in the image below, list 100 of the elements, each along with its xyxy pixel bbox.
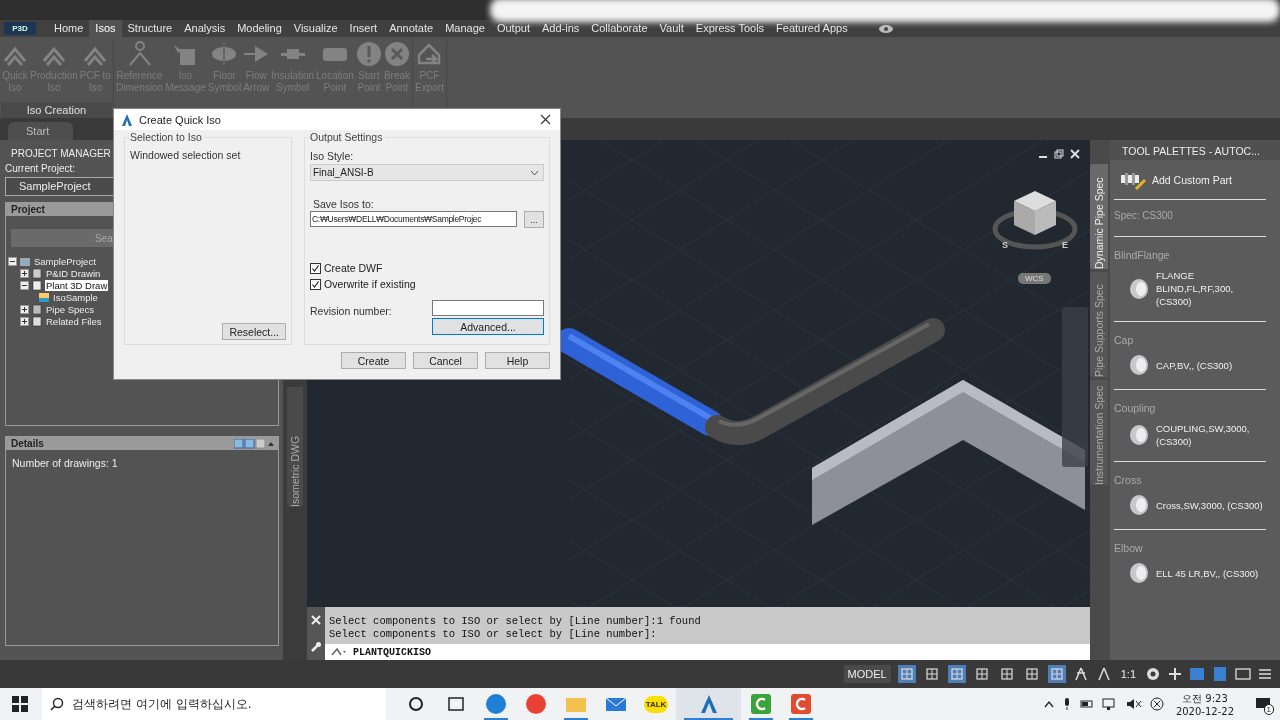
tree-item[interactable]: Related Files — [45, 315, 103, 327]
prompt-icon[interactable] — [331, 647, 347, 657]
palette-tool[interactable]: COUPLING,SW,3000, (CS300) — [1114, 414, 1270, 456]
palette-tool[interactable]: Cross,SW,3000, (CS300) — [1114, 486, 1270, 524]
speaker-muted-icon[interactable] — [1125, 698, 1142, 710]
expander-icon[interactable] — [20, 316, 29, 326]
checkbox-label[interactable]: Create DWF — [324, 262, 383, 274]
ribbon-tab[interactable]: Visualize — [287, 20, 344, 37]
path-field[interactable]: C:₩Users₩DELL₩Documents₩SampleProjec — [310, 211, 517, 227]
notification-count: 1 — [1263, 704, 1274, 715]
caret-icon[interactable] — [1043, 700, 1054, 708]
category-heading: Cap — [1114, 333, 1135, 346]
taskbar-app[interactable]: TALK — [636, 688, 676, 720]
checkbox-label[interactable]: Overwrite if existing — [324, 278, 416, 290]
ribbon-tab[interactable]: Collaborate — [585, 20, 654, 37]
dialog-title: Create Quick Iso — [139, 113, 221, 126]
ribbon-tab[interactable]: Annotate — [383, 20, 440, 37]
ribbon-tab[interactable]: Express Tools — [689, 20, 771, 37]
ribbon-tab[interactable]: Structure — [121, 20, 179, 37]
close-icon[interactable] — [540, 114, 551, 125]
command-history-line: Select components to ISO or select by [Line number]: — [329, 628, 658, 641]
fullscreen-icon[interactable] — [1235, 667, 1251, 681]
pipe-drawing[interactable] — [705, 318, 945, 445]
view-icons[interactable] — [234, 438, 274, 449]
settings-icon[interactable] — [1145, 666, 1161, 682]
notification-button[interactable]: 1 — [1246, 688, 1280, 720]
expander-icon[interactable] — [20, 280, 29, 290]
tree-item[interactable]: SampleProject — [33, 255, 97, 267]
expander-icon[interactable] — [20, 268, 29, 278]
search-field[interactable]: 검색하려면 여기에 입력하십시오. — [42, 688, 386, 720]
palette-title: TOOL PALETTES - AUTOC... — [1110, 140, 1280, 160]
document-tab[interactable]: Start — [8, 122, 74, 140]
toggle-icon[interactable] — [877, 24, 894, 34]
dialog-button[interactable]: Cancel — [413, 352, 478, 369]
model-button[interactable]: MODEL — [843, 665, 891, 683]
fitting-icon — [1128, 277, 1150, 300]
search-icon — [50, 697, 64, 711]
checkbox[interactable] — [310, 278, 321, 290]
dialog-button[interactable]: Help — [485, 352, 550, 369]
menu-icon[interactable] — [1258, 667, 1272, 681]
plus-icon[interactable] — [1168, 667, 1182, 681]
ellipse-icon — [211, 41, 238, 67]
details-text: Number of drawings: 1 — [12, 457, 119, 469]
tree-item[interactable]: IsoSample — [52, 291, 99, 303]
field-label: Save Isos to: — [312, 198, 375, 210]
expander-icon[interactable] — [8, 256, 17, 266]
palette-tool[interactable]: CAP,BV,, (CS300) — [1114, 346, 1270, 384]
revision-field[interactable] — [432, 299, 544, 316]
ribbon-tab[interactable]: Home — [48, 20, 90, 37]
ribbon-tab[interactable]: Insert — [343, 20, 384, 37]
iso-style-dropdown[interactable]: Final_ANSI-B — [310, 164, 544, 181]
pipe-pencil-icon — [1120, 170, 1146, 190]
ribbon-tab[interactable]: Vault — [653, 20, 690, 37]
field-label: Revision number: — [310, 305, 392, 317]
dialog-button[interactable]: Create — [341, 352, 406, 369]
ribbon-tab[interactable]: Modeling — [231, 20, 288, 37]
wrench-icon[interactable] — [310, 640, 322, 653]
c-logo-icon — [750, 693, 772, 715]
a-logo-icon — [121, 113, 133, 126]
restore-icon[interactable] — [1054, 149, 1064, 159]
x-circle-icon — [383, 41, 410, 67]
scale-button[interactable]: 1:1 — [1118, 666, 1138, 682]
palette-tab[interactable]: Dynamic Pipe Spec — [1090, 164, 1108, 269]
palette-tool[interactable]: Add Custom Part — [1114, 166, 1270, 194]
status-toggle[interactable] — [897, 665, 916, 683]
tree-item[interactable]: P&ID Drawin — [45, 267, 102, 279]
panel-title[interactable]: Iso Creation — [1, 102, 112, 118]
annotation-icon[interactable] — [1095, 667, 1112, 681]
expander-icon[interactable] — [20, 304, 29, 314]
ribbon-tab[interactable]: Output — [490, 20, 536, 37]
taskbar-app[interactable] — [676, 688, 741, 720]
ribbon-tab[interactable]: Add-ins — [535, 20, 586, 37]
panel-title: PROJECT MANAGER — [11, 147, 111, 161]
palette-tool[interactable]: FLANGE BLIND,FL,RF,300, (CS300) — [1114, 261, 1270, 316]
palette-tool[interactable]: ELL 45 LR,BV,, (CS300) — [1114, 554, 1270, 592]
clock-time[interactable]: 오전 9:23 — [1182, 691, 1228, 706]
tree-item[interactable]: Pipe Specs — [45, 303, 96, 315]
ribbon-tab[interactable]: Analysis — [178, 20, 232, 37]
reselect-button[interactable]: Reselect... — [222, 323, 286, 340]
chat-icon: TALK — [643, 695, 669, 713]
advanced-button[interactable]: Advanced... — [432, 318, 544, 335]
ribbon-tab[interactable]: Isos — [89, 20, 122, 37]
ribbon-tab[interactable]: Featured Apps — [770, 20, 854, 37]
x-circle-icon[interactable] — [1149, 697, 1164, 711]
annotation-icon[interactable] — [1072, 667, 1089, 681]
application-button[interactable]: P3D — [4, 22, 36, 35]
tree-item[interactable]: Plant 3D Draw — [45, 279, 109, 291]
browse-button[interactable]: ... — [524, 211, 544, 228]
windows-start-icon[interactable] — [12, 696, 28, 712]
command-input[interactable]: PLANTQUICKISO — [325, 644, 1090, 660]
section-title: Details — [11, 437, 44, 450]
ribbon-tab[interactable]: Manage — [439, 20, 491, 37]
clock-date[interactable]: 2020-12-22 — [1175, 705, 1234, 717]
checkbox[interactable] — [310, 262, 321, 274]
field-label: Current Project: — [5, 163, 77, 174]
side-tab[interactable]: Isometric DWG — [287, 387, 303, 507]
project-icon — [19, 255, 31, 267]
c-logo-icon — [790, 693, 812, 715]
battery-icon[interactable] — [1079, 699, 1094, 709]
browser-icon — [525, 693, 547, 715]
